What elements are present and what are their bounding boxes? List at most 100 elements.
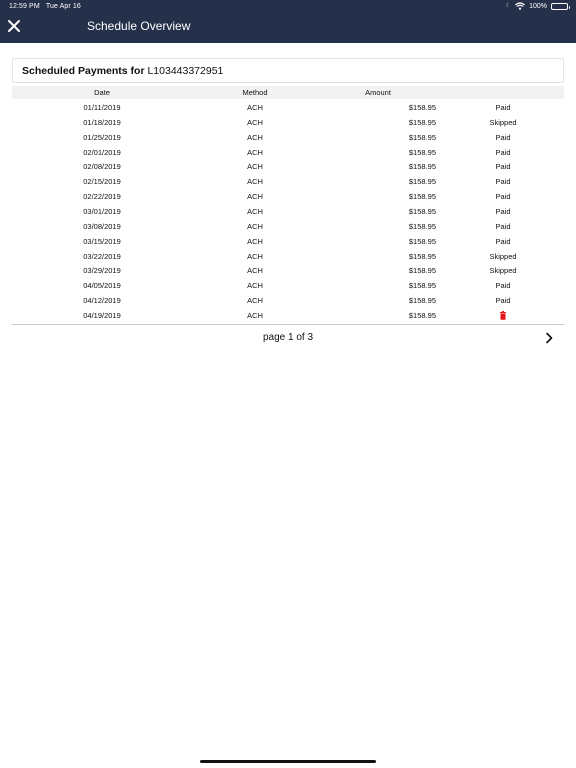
pagination-label: page 1 of 3 [262,332,314,343]
payment-amount: $158.95 [408,266,436,276]
payment-date: 02/08/2019 [83,162,121,172]
payment-method: ACH [247,251,263,261]
payment-date: 02/15/2019 [83,177,121,187]
payment-method: ACH [247,192,263,202]
payment-amount: $158.95 [408,236,436,246]
payment-method: ACH [247,117,263,127]
table-row[interactable]: 03/15/2019 ACH $158.95 Paid [12,234,564,249]
payment-amount: $158.95 [408,281,436,291]
home-indicator[interactable] [200,760,376,763]
payment-amount: $158.95 [408,192,436,202]
scheduled-payments-card: Scheduled Payments for L103443372951 [12,58,564,83]
payment-method: ACH [247,311,263,321]
payment-status: Paid [495,147,511,157]
column-header-method: Method [242,88,268,97]
payment-status: Paid [495,103,511,112]
table-row[interactable]: 02/15/2019 ACH $158.95 Paid [12,174,564,189]
payment-method: ACH [247,177,263,187]
table-row[interactable]: 04/19/2019 ACH $158.95 [12,308,564,323]
table-row[interactable]: 03/01/2019 ACH $158.95 Paid [12,204,564,219]
payment-amount: $158.95 [408,132,436,142]
payment-date: 02/22/2019 [83,192,121,202]
payment-status: Skipped [489,117,517,127]
payment-method: ACH [247,207,263,217]
column-header-amount: Amount [365,88,391,97]
payment-date: 03/22/2019 [83,251,121,261]
payment-amount: $158.95 [408,147,436,157]
table-header: Date Method Amount [12,86,564,99]
table-row[interactable]: 02/01/2019 ACH $158.95 Paid [12,145,564,160]
table-row[interactable]: 04/05/2019 ACH $158.95 Paid [12,278,564,293]
payment-method: ACH [247,296,263,306]
payment-method: ACH [247,147,263,157]
payment-date: 02/01/2019 [83,147,121,157]
status-clock: 12:59 PM [9,3,40,10]
payment-date: 03/29/2019 [83,266,121,276]
payment-date: 01/18/2019 [83,117,121,127]
payment-status: Paid [495,132,511,142]
payment-method: ACH [247,266,263,276]
payment-amount: $158.95 [408,251,436,261]
table-row[interactable]: 02/08/2019 ACH $158.95 Paid [12,159,564,174]
payment-status: Skipped [489,266,517,276]
chevron-right-icon [546,332,553,344]
payment-amount: $158.95 [408,177,436,187]
battery-percentage: 100% [529,2,547,10]
payment-status: Skipped [489,251,517,261]
payment-status: Paid [495,192,511,202]
next-page-button[interactable] [542,331,556,345]
payment-status: Paid [495,207,511,217]
table-row[interactable]: 03/29/2019 ACH $158.95 Skipped [12,263,564,278]
payment-method: ACH [247,162,263,172]
table-row[interactable]: 01/25/2019 ACH $158.95 Paid [12,130,564,145]
status-time: 12:59 PM Tue Apr 16 [9,3,81,10]
moon-icon: ☾ [505,3,512,9]
payment-amount: $158.95 [408,117,436,127]
payment-date: 03/08/2019 [83,221,121,231]
status-date: Tue Apr 16 [45,3,81,10]
payment-status: Paid [495,236,511,246]
payment-status: Paid [495,221,511,231]
close-button[interactable] [6,18,22,34]
table-row[interactable]: 01/11/2019 ACH $158.95 Paid [12,100,564,115]
payment-amount: $158.95 [408,162,436,172]
payment-method: ACH [247,281,263,291]
table-row[interactable]: 03/08/2019 ACH $158.95 Paid [12,219,564,234]
payment-date: 04/19/2019 [83,311,121,321]
payment-method: ACH [247,132,263,142]
trash-icon[interactable] [500,311,507,320]
payment-date: 03/01/2019 [83,207,121,217]
battery-icon [551,2,570,10]
card-title-label: Scheduled Payments for [22,65,145,77]
payment-status: Paid [495,177,511,187]
payment-amount: $158.95 [408,207,436,217]
table-row[interactable]: 04/12/2019 ACH $158.95 Paid [12,293,564,308]
payment-amount: $158.95 [408,296,436,306]
wifi-icon [515,2,525,10]
payment-amount: $158.95 [408,221,436,231]
status-indicators: ☾ 100% [505,2,570,10]
table-row[interactable]: 03/22/2019 ACH $158.95 Skipped [12,249,564,264]
close-icon [8,20,20,32]
loan-id: L103443372951 [147,65,224,77]
payments-table: 01/11/2019 ACH $158.95 Paid 01/18/2019 ACH $15… [12,100,564,323]
payment-date: 03/15/2019 [83,236,121,246]
payment-method: ACH [247,221,263,231]
payment-date: 04/05/2019 [83,281,121,291]
payment-status: Paid [495,162,511,172]
payment-status: Paid [495,281,511,291]
table-row[interactable]: 02/22/2019 ACH $158.95 Paid [12,189,564,204]
payment-amount: $158.95 [408,103,436,112]
payment-method: ACH [247,103,263,112]
payment-date: 01/25/2019 [83,132,121,142]
page-title: Schedule Overview [87,19,191,33]
navigation-bar: 12:59 PM Tue Apr 16 ☾ 100% Schedule Over… [0,0,576,43]
column-header-date: Date [94,88,110,97]
payment-status: Paid [495,296,511,306]
table-row[interactable]: 01/18/2019 ACH $158.95 Skipped [12,115,564,130]
card-title: Scheduled Payments for L103443372951 [22,65,223,77]
payment-method: ACH [247,236,263,246]
payment-date: 04/12/2019 [83,296,121,306]
table-divider [12,324,564,325]
payment-amount: $158.95 [408,311,436,321]
